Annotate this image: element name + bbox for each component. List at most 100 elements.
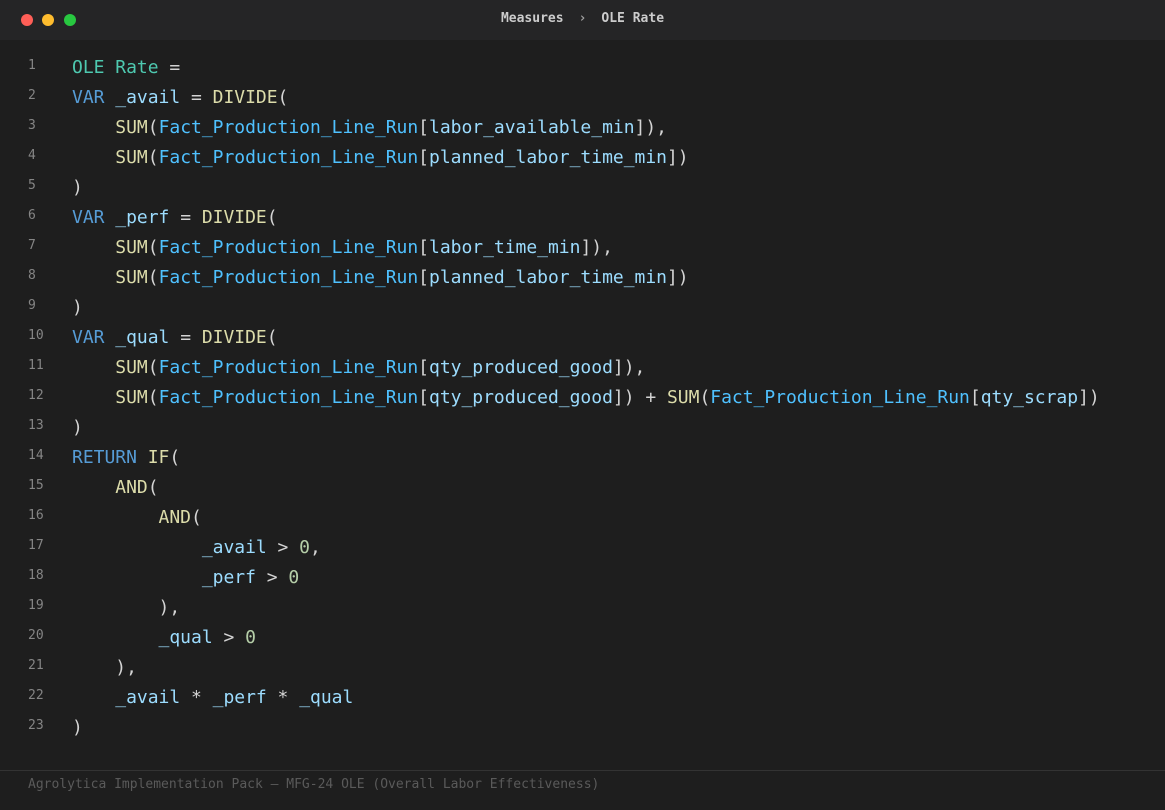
code-token: IF xyxy=(147,447,170,468)
breadcrumb-parent[interactable]: Measures xyxy=(501,11,564,26)
code-line[interactable]: 21 ), xyxy=(0,653,1165,683)
code-line[interactable]: 11 SUM(Fact_Production_Line_Run[qty_prod… xyxy=(0,353,1165,383)
code-text: ) xyxy=(72,413,83,443)
code-token: SUM xyxy=(666,387,700,408)
code-token: [ xyxy=(418,147,429,168)
code-line[interactable]: 20 _qual > 0 xyxy=(0,623,1165,653)
code-token: planned_labor_time_min xyxy=(429,267,667,288)
code-line[interactable]: 6 VAR _perf = DIVIDE( xyxy=(0,203,1165,233)
code-line[interactable]: 10 VAR _qual = DIVIDE( xyxy=(0,323,1165,353)
code-token: , xyxy=(310,537,321,558)
code-token: 0 xyxy=(288,567,300,588)
code-token: Fact_Production_Line_Run xyxy=(158,117,419,138)
code-line[interactable]: 1 OLE Rate = xyxy=(0,53,1165,83)
code-token: VAR xyxy=(72,327,105,348)
code-token: [ xyxy=(418,357,429,378)
code-token: ]), xyxy=(634,117,667,138)
code-token: ), xyxy=(115,657,137,678)
code-line[interactable]: 3 SUM(Fact_Production_Line_Run[labor_ava… xyxy=(0,113,1165,143)
code-token: Fact_Production_Line_Run xyxy=(158,357,419,378)
code-token: _qual xyxy=(299,687,354,708)
line-number: 2 xyxy=(28,88,36,103)
code-token: ]) xyxy=(666,267,689,288)
line-number: 8 xyxy=(28,268,36,283)
code-line[interactable]: 18 _perf > 0 xyxy=(0,563,1165,593)
code-text: SUM(Fact_Production_Line_Run[labor_time_… xyxy=(72,233,613,263)
code-line[interactable]: 2 VAR _avail = DIVIDE( xyxy=(0,83,1165,113)
code-token: DIVIDE xyxy=(212,87,278,108)
code-line[interactable]: 17 _avail > 0, xyxy=(0,533,1165,563)
code-text: _avail > 0, xyxy=(72,533,321,563)
code-text: VAR _avail = DIVIDE( xyxy=(72,83,288,113)
code-token: ), xyxy=(158,597,181,618)
code-text: ), xyxy=(72,653,137,683)
code-token: Fact_Production_Line_Run xyxy=(158,267,419,288)
code-line[interactable]: 16 AND( xyxy=(0,503,1165,533)
code-token: _perf xyxy=(115,207,170,228)
line-number: 7 xyxy=(28,238,36,253)
code-token: ) xyxy=(72,297,83,318)
line-number: 15 xyxy=(28,478,44,493)
code-token: ]) + xyxy=(612,387,667,408)
code-text: ) xyxy=(72,173,83,203)
code-token: planned_labor_time_min xyxy=(429,147,667,168)
code-text: _perf > 0 xyxy=(72,563,299,593)
line-number: 1 xyxy=(28,58,36,73)
code-text: OLE Rate = xyxy=(72,53,180,83)
code-line[interactable]: 14 RETURN IF( xyxy=(0,443,1165,473)
code-line[interactable]: 12 SUM(Fact_Production_Line_Run[qty_prod… xyxy=(0,383,1165,413)
code-line[interactable]: 5) xyxy=(0,173,1165,203)
code-token: * xyxy=(180,687,213,708)
code-token: ( xyxy=(266,207,278,228)
code-line[interactable]: 19 ), xyxy=(0,593,1165,623)
code-token: = xyxy=(169,327,202,348)
code-token: _avail xyxy=(115,87,181,108)
code-token: [ xyxy=(418,387,429,408)
code-token: Fact_Production_Line_Run xyxy=(710,387,970,408)
code-token: _perf xyxy=(201,567,256,588)
code-line[interactable]: 4 SUM(Fact_Production_Line_Run[planned_l… xyxy=(0,143,1165,173)
code-text: ) xyxy=(72,293,83,323)
code-text: ) xyxy=(72,713,83,743)
code-token: Fact_Production_Line_Run xyxy=(158,387,419,408)
breadcrumb: Measures › OLE Rate xyxy=(0,11,1165,27)
code-line[interactable]: 22 _avail * _perf * _qual xyxy=(0,683,1165,713)
code-token: > xyxy=(212,627,246,648)
code-token: VAR xyxy=(72,87,105,108)
code-token: Fact_Production_Line_Run xyxy=(158,237,419,258)
code-token: ]) xyxy=(666,147,689,168)
code-token: _avail xyxy=(115,687,181,708)
line-number: 17 xyxy=(28,538,44,553)
breadcrumb-current[interactable]: OLE Rate xyxy=(601,11,664,26)
code-token: ) xyxy=(72,717,83,738)
code-token: [ xyxy=(418,267,429,288)
code-token: AND xyxy=(158,507,191,528)
code-editor[interactable]: 1 OLE Rate = 2 VAR _avail = DIVIDE(3 SUM(Fa… xyxy=(0,53,1165,743)
line-number: 14 xyxy=(28,448,44,463)
code-line[interactable]: 13) xyxy=(0,413,1165,443)
code-line[interactable]: 15 AND( xyxy=(0,473,1165,503)
line-number: 23 xyxy=(28,718,44,733)
code-line[interactable]: 7 SUM(Fact_Production_Line_Run[labor_tim… xyxy=(0,233,1165,263)
code-token: 0 xyxy=(299,537,310,558)
code-token: SUM xyxy=(115,147,148,168)
code-text: ), xyxy=(72,593,181,623)
code-line[interactable]: 8 SUM(Fact_Production_Line_Run[planned_l… xyxy=(0,263,1165,293)
code-token: [ xyxy=(418,237,429,258)
code-line[interactable]: 23) xyxy=(0,713,1165,743)
footer: Agrolytica Implementation Pack — MFG-24 … xyxy=(0,770,1165,810)
code-token: _avail xyxy=(201,537,267,558)
code-token: _qual xyxy=(115,327,170,348)
code-token: ) xyxy=(72,417,83,438)
code-token: ( xyxy=(169,447,181,468)
code-text: SUM(Fact_Production_Line_Run[labor_avail… xyxy=(72,113,667,143)
code-line[interactable]: 9) xyxy=(0,293,1165,323)
code-token: 0 xyxy=(245,627,256,648)
code-token: ]), xyxy=(612,357,646,378)
line-number: 12 xyxy=(28,388,44,403)
code-token: ]) xyxy=(1078,387,1100,408)
line-number: 18 xyxy=(28,568,44,583)
line-number: 5 xyxy=(28,178,36,193)
